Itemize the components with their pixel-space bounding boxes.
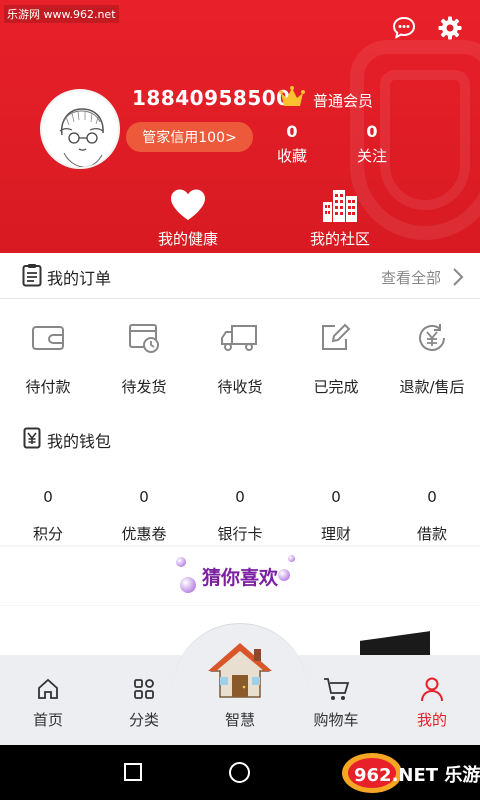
home-circle-icon[interactable]	[229, 762, 250, 783]
user-avatar[interactable]	[40, 89, 120, 169]
following-label: 关注	[356, 147, 387, 165]
site-watermark: 乐游网 www.962.net	[4, 5, 119, 23]
smart-house-icon	[206, 641, 274, 699]
order-completed-label: 已完成	[313, 378, 359, 396]
favorites-label: 收藏	[276, 147, 307, 165]
android-navigation-bar: 962.NET 乐游网	[0, 745, 480, 800]
favorites-count: 0	[286, 122, 298, 141]
view-all-orders-link[interactable]: 查看全部	[381, 267, 441, 288]
wallet-title: 我的钱包	[47, 432, 112, 451]
orders-title: 我的订单	[47, 269, 112, 288]
chevron-right-icon	[452, 267, 464, 291]
favorites-stat[interactable]: 0 收藏	[262, 122, 322, 166]
credit-score-button[interactable]: 管家信用100>	[126, 122, 253, 152]
order-pending-shipment[interactable]: 待发货	[96, 318, 192, 397]
order-completed[interactable]: 已完成	[288, 318, 384, 397]
wallet-bank-cards-label: 银行卡	[217, 525, 263, 543]
order-pending-payment[interactable]: 待付款	[0, 318, 96, 397]
wallet-finance-value: 0	[331, 488, 341, 506]
bubble-decoration	[180, 577, 196, 593]
message-icon[interactable]	[390, 14, 418, 42]
wallet-icon	[0, 318, 96, 358]
user-phone-number: 18840958500	[132, 86, 291, 110]
corner-logo-text: 962.NET 乐游网	[354, 765, 480, 786]
edit-icon	[288, 318, 384, 358]
refund-icon	[384, 318, 480, 358]
wallet-loans-label: 借款	[416, 525, 447, 543]
truck-icon	[192, 318, 288, 358]
wallet-finance-label: 理财	[320, 525, 351, 543]
order-status-row: 待付款 待发货 待收货 已完成 退款/售后	[0, 318, 480, 397]
nav-me[interactable]: 我的	[384, 655, 480, 745]
order-pending-receipt-label: 待收货	[217, 378, 263, 396]
nav-cart-label: 购物车	[313, 711, 359, 729]
bottom-navigation: 首页 分类 智慧 购物车 我的	[0, 623, 480, 745]
recommend-banner: 猜你喜欢	[0, 547, 480, 605]
wallet-row: 0 积分 0 优惠卷 0 银行卡 0 理财 0 借款	[0, 488, 480, 544]
order-refund-aftersale[interactable]: 退款/售后	[384, 318, 480, 397]
order-pending-receipt[interactable]: 待收货	[192, 318, 288, 397]
home-icon	[0, 675, 96, 703]
wallet-yen-icon	[23, 427, 41, 453]
profile-header: 乐游网 www.962.net 18840958500 普通会员 管家信用100…	[0, 0, 480, 253]
order-pending-payment-label: 待付款	[25, 378, 71, 396]
recommend-title: 猜你喜欢	[201, 566, 278, 589]
wallet-coupons[interactable]: 0 优惠卷	[96, 488, 192, 544]
nav-category-label: 分类	[128, 711, 159, 729]
nav-home[interactable]: 首页	[0, 655, 96, 745]
nav-me-label: 我的	[416, 711, 447, 729]
member-level-label: 普通会员	[313, 92, 374, 110]
recent-apps-square-icon[interactable]	[124, 763, 142, 781]
my-health-link[interactable]: 我的健康	[138, 186, 238, 249]
order-pending-shipment-label: 待发货	[121, 378, 167, 396]
wallet-coupons-label: 优惠卷	[121, 525, 167, 543]
product-image-placeholder[interactable]	[360, 631, 430, 655]
wallet-coupons-value: 0	[139, 488, 149, 506]
box-clock-icon	[96, 318, 192, 358]
heart-icon	[138, 186, 238, 222]
wallet-bank-cards[interactable]: 0 银行卡	[192, 488, 288, 544]
wallet-points[interactable]: 0 积分	[0, 488, 96, 544]
following-stat[interactable]: 0 关注	[342, 122, 402, 166]
bubble-decoration	[288, 555, 295, 562]
following-count: 0	[366, 122, 378, 141]
nav-smart-label: 智慧	[224, 711, 255, 729]
nav-smart[interactable]: 智慧	[172, 623, 308, 745]
order-refund-aftersale-label: 退款/售后	[399, 378, 465, 396]
corner-logo: 962.NET 乐游网	[340, 751, 480, 795]
bubble-decoration	[176, 557, 186, 567]
orders-header[interactable]: 我的订单 查看全部	[0, 253, 480, 299]
user-icon	[384, 675, 480, 703]
wallet-points-value: 0	[43, 488, 53, 506]
credit-score-label: 管家信用100>	[142, 130, 237, 146]
wallet-loans[interactable]: 0 借款	[384, 488, 480, 544]
my-community-link[interactable]: 我的社区	[290, 186, 390, 249]
my-community-label: 我的社区	[309, 230, 370, 248]
nav-home-label: 首页	[32, 711, 63, 729]
order-list-icon	[22, 263, 42, 291]
wallet-loans-value: 0	[427, 488, 437, 506]
wallet-finance[interactable]: 0 理财	[288, 488, 384, 544]
my-health-label: 我的健康	[157, 230, 218, 248]
settings-gear-icon[interactable]	[436, 14, 464, 42]
bubble-decoration	[278, 569, 290, 581]
buildings-icon	[290, 186, 390, 222]
wallet-bank-cards-value: 0	[235, 488, 245, 506]
wallet-points-label: 积分	[32, 525, 63, 543]
crown-icon	[278, 85, 306, 113]
